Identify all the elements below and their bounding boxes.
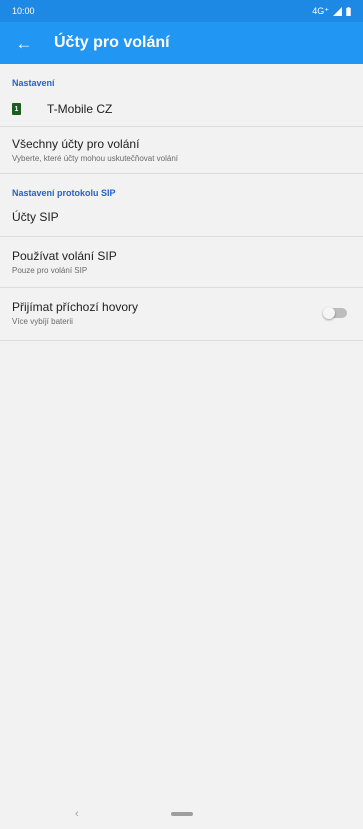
status-time: 10:00 <box>12 6 35 16</box>
sip-accounts-item[interactable]: Účty SIP <box>0 204 363 236</box>
nav-back-icon[interactable]: ‹ <box>75 808 79 820</box>
all-calling-accounts-title: Všechny účty pro volání <box>12 137 140 151</box>
sip-accounts-title: Účty SIP <box>12 210 59 224</box>
status-icons: 4G⁺ <box>312 6 351 17</box>
all-calling-accounts-subtitle: Vyberte, které účty mohou uskutečňovat v… <box>12 154 179 163</box>
use-sip-calling-item[interactable]: Používat volání SIP Pouze pro volání SIP <box>0 237 363 287</box>
section-header-settings: Nastavení <box>12 78 55 88</box>
page-title: Účty pro volání <box>54 34 170 51</box>
all-calling-accounts-item[interactable]: Všechny účty pro volání Vyberte, které ú… <box>0 127 363 173</box>
sim-account-label: T-Mobile CZ <box>47 102 113 116</box>
status-bar: 10:00 4G⁺ <box>0 0 363 22</box>
section-header-sip: Nastavení protokolu SIP <box>12 188 116 198</box>
app-bar: ← Účty pro volání <box>0 22 363 64</box>
use-sip-calling-subtitle: Pouze pro volání SIP <box>12 266 88 275</box>
receive-incoming-calls-item[interactable]: Přijímat příchozí hovory Více vybíjí bat… <box>0 288 363 340</box>
settings-list: Nastavení 1 T-Mobile CZ Všechny účty pro… <box>0 64 363 341</box>
receive-incoming-calls-title: Přijímat příchozí hovory <box>12 300 139 314</box>
receive-incoming-calls-subtitle: Více vybíjí baterii <box>12 317 73 326</box>
network-type: 4G⁺ <box>312 5 329 16</box>
nav-home-pill-icon[interactable] <box>170 812 193 816</box>
signal-icon <box>333 6 342 16</box>
sim-card-icon: 1 <box>12 103 21 115</box>
system-nav-bar: ‹ <box>0 799 363 829</box>
sim-account-item[interactable]: 1 T-Mobile CZ <box>0 94 363 126</box>
toggle-knob <box>323 307 335 319</box>
back-arrow-icon[interactable]: ← <box>12 35 36 52</box>
incoming-calls-toggle[interactable] <box>323 307 347 319</box>
use-sip-calling-title: Používat volání SIP <box>12 249 117 263</box>
divider <box>0 340 363 341</box>
battery-icon <box>346 6 351 16</box>
